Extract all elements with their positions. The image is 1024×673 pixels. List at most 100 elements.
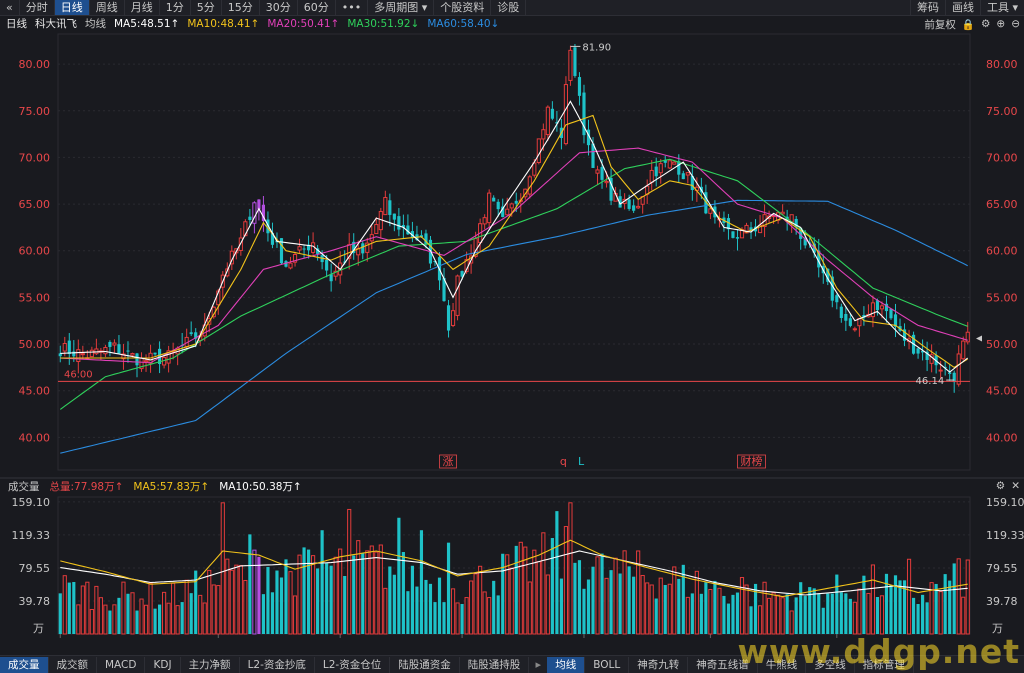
volume-bar-down — [835, 574, 839, 634]
x-tick-label: 2023/02 — [37, 638, 83, 640]
volume-bar-down — [618, 573, 622, 634]
volume-bar-down — [600, 553, 604, 634]
volume-bar-down — [401, 552, 405, 634]
candle-body-up — [852, 328, 857, 331]
volume-bar-down — [72, 582, 76, 634]
volume-unit-right: 万 — [992, 622, 1003, 635]
overlay-tab[interactable]: 指标管理 — [855, 656, 914, 673]
volume-bar-up — [112, 604, 117, 635]
volume-bar-down — [582, 588, 586, 634]
candle-body-up — [482, 217, 487, 225]
candle-body-up — [450, 310, 456, 326]
volume-bar-down — [812, 588, 816, 634]
reference-label: 46.00 — [64, 369, 93, 380]
candle-body-up — [505, 208, 510, 216]
volume-bar-up — [171, 582, 176, 635]
volume-bar-up — [956, 558, 961, 635]
volume-bar-down — [794, 597, 798, 634]
overlay-tab[interactable]: 均线 — [547, 656, 586, 673]
candle-body-down — [839, 306, 843, 318]
ma10-line — [60, 114, 968, 369]
indicator-tab[interactable]: L2-资金仓位 — [315, 656, 391, 673]
candle-body-up — [545, 106, 550, 136]
candle-body-up — [879, 305, 885, 310]
volume-bar-up — [98, 597, 103, 635]
volume-ma5: MA5:57.83万↑ — [133, 481, 210, 493]
volume-bar-up — [450, 588, 456, 635]
volume-bar-down — [898, 580, 902, 634]
indicator-tab[interactable]: KDJ — [145, 656, 181, 673]
candle-body-up — [658, 163, 663, 174]
volume-bar-down — [361, 553, 365, 634]
candle-body-down — [492, 197, 496, 202]
x-tick-label: 05 — [333, 638, 347, 640]
volume-bar-down — [559, 578, 563, 634]
volume-settings-icon[interactable]: ⚙ — [996, 480, 1005, 495]
volume-bar-up — [536, 561, 541, 635]
candle-body-down — [844, 314, 848, 321]
candle-body-up — [536, 138, 541, 164]
volume-bar-up — [780, 597, 785, 635]
volume-bar-up — [455, 602, 460, 635]
volume-bar-down — [726, 603, 731, 634]
volume-bar-down — [302, 547, 306, 634]
price-volume-chart[interactable]: 40.00 40.00 45.00 45.00 50.00 50.00 55.00 55.00… — [0, 0, 1024, 640]
volume-bar-up — [482, 591, 487, 635]
volume-bar-up — [374, 551, 379, 635]
candle-body-up — [76, 349, 81, 362]
volume-bar-up — [685, 596, 690, 635]
volume-bar-down — [126, 593, 130, 634]
volume-bar-up — [365, 550, 370, 635]
event-marker: q — [560, 455, 567, 468]
volume-bar-down — [343, 575, 347, 634]
volume-tick-label-right: 79.55 — [986, 562, 1018, 575]
volume-bar-up — [613, 557, 618, 635]
volume-bar-down — [591, 566, 595, 634]
tab-scroll-arrow[interactable]: ▸ — [529, 657, 547, 673]
indicator-tab[interactable]: 陆股通持股 — [460, 656, 530, 673]
indicator-tab[interactable]: 成交额 — [49, 656, 97, 673]
volume-bar-down — [153, 608, 157, 634]
indicator-tab[interactable]: MACD — [97, 656, 146, 673]
candle-body-down — [153, 352, 157, 355]
candle-body-down — [325, 259, 329, 271]
volume-close-icon[interactable]: ✕ — [1011, 480, 1020, 495]
indicator-tab[interactable]: 陆股通资金 — [390, 656, 460, 673]
overlay-tab[interactable]: 神奇五线谱 — [688, 656, 758, 673]
candle-body-down — [67, 340, 71, 355]
overlay-tab[interactable]: 神奇九转 — [629, 656, 689, 673]
price-tick-label-left: 50.00 — [19, 338, 51, 351]
volume-bar-up — [207, 569, 212, 635]
volume-bar-down — [893, 575, 898, 634]
volume-bar-down — [514, 545, 518, 634]
volume-bar-up — [478, 565, 483, 635]
volume-bar-down — [934, 583, 938, 634]
volume-bar-down — [460, 603, 464, 634]
volume-bar-up — [509, 567, 514, 635]
indicator-tab[interactable]: 主力净额 — [181, 656, 240, 673]
candle-body-down — [627, 199, 631, 209]
candle-body-down — [496, 201, 500, 210]
volume-bar-down — [397, 517, 401, 634]
volume-bar-down — [424, 579, 428, 634]
event-marker: 涨 — [443, 455, 454, 468]
overlay-tab[interactable]: 多空线 — [806, 656, 855, 673]
volume-bar-up — [767, 597, 772, 635]
volume-bar-up — [311, 555, 316, 635]
volume-bar-up — [121, 581, 126, 635]
candle-body-down — [916, 348, 920, 354]
volume-bar-up — [184, 579, 189, 635]
volume-bar-down — [663, 584, 667, 634]
volume-bar-up — [866, 592, 871, 635]
candle-body-up — [541, 129, 546, 140]
x-tick-label: 09 — [830, 638, 844, 640]
overlay-tab[interactable]: 牛熊线 — [758, 656, 807, 673]
volume-bar-down — [550, 538, 554, 634]
overlay-tab[interactable]: BOLL — [585, 656, 630, 673]
candle-body-up — [667, 160, 672, 169]
volume-bar-up — [80, 585, 85, 635]
volume-bar-up — [518, 541, 523, 635]
indicator-tab[interactable]: L2-资金抄底 — [240, 656, 315, 673]
indicator-tab[interactable]: 成交量 — [0, 656, 49, 673]
volume-bar-down — [257, 556, 261, 634]
